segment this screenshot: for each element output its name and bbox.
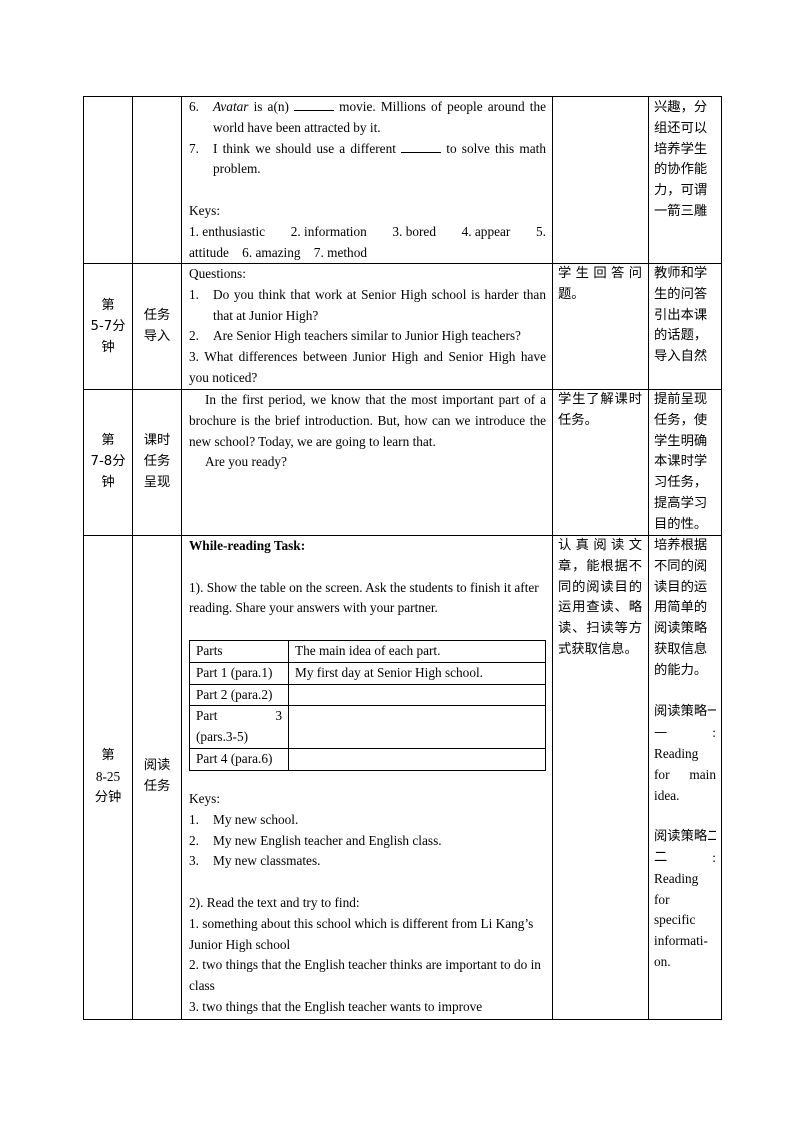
main-idea-table: Parts The main idea of each part. Part 1… [189,640,546,771]
table-header-row: Parts The main idea of each part. [189,640,546,663]
lesson-plan-page: 6. Avatar is a(n) movie. Millions of peo… [0,0,794,1123]
key-item: 1. My new school. [189,811,299,827]
row4-stage: 阅读 任务 [143,758,171,794]
keys-line-2: attitude 6. amazing 7. method [189,244,367,260]
table-row: Part 3 (pars.3-5) [189,705,546,749]
col-divider-1 [132,96,133,1020]
task-2-instructions: 2). Read the text and try to find: [189,894,360,910]
row4-purpose: 培养根据不同的阅读目的运用简单的阅读策略获取信息的能力。 阅读策略一 —: Re… [654,538,716,969]
row4-activity-bottom: Keys: 1. My new school. 2. My new English … [189,789,546,1018]
table-border-right [721,96,722,1020]
row3-stage: 课时 任务 呈现 [143,433,171,490]
row2-stage: 任务 导入 [143,308,171,344]
table-row: Part 1 (para.1) My first day at Senior H… [189,661,546,685]
intro-paragraph: In the first period, we know that the mo… [189,392,546,449]
row3-student: 学生了解课时任务。 [558,392,642,428]
keys-line-1: 1. enthusiastic 2. information 3. bored … [189,223,546,239]
row4-activity-top: While-reading Task: 1). Show the table o… [189,536,546,619]
col-divider-2 [181,96,182,1020]
task-1-instructions: 1). Show the table on the screen. Ask th… [189,579,539,616]
row2-purpose: 教师和学生的问答引出本课的话题，导入自然 [654,266,708,365]
question-1: 1. Do you think that work at Senior High… [189,286,546,323]
row4-time: 第 8-25 分钟 [94,748,122,805]
question-2: 2. Are Senior High teachers similar to J… [189,328,521,344]
row2-student: 学生回答问题。 [558,266,642,302]
ready-question: Are you ready? [205,454,287,470]
key-item: 2. My new English teacher and English cla… [189,832,442,848]
find-item: 1. something about this school which is … [189,915,534,952]
keys-label: Keys: [189,791,221,806]
key-item: 3. My new classmates. [189,853,321,869]
exercise-item-6: 6. Avatar is a(n) movie. Millions of peo… [189,98,547,135]
col-divider-3 [552,96,553,1020]
find-item: 3. two things that the English teacher w… [189,998,483,1014]
find-item: 2. two things that the English teacher t… [189,957,541,994]
answer-blank [401,140,442,153]
row2-activity: Questions: 1. Do you think that work at … [189,264,546,389]
task-title: While-reading Task: [189,538,306,553]
table-row: Part 2 (para.2) [189,683,546,707]
table-border-bottom [83,1019,722,1020]
row1-purpose: 兴趣，分组还可以培养学生的协作能力，可谓一箭三雕 [654,100,708,219]
row2-time: 第 5-7分 钟 [90,298,126,355]
row3-time: 第 7-8分 钟 [90,433,126,490]
question-3: 3. What differences between Junior High … [189,349,546,385]
exercise-item-7: 7. I think we should use a different to … [189,140,546,177]
keys-label: Keys: [189,202,221,218]
col-divider-4 [648,96,649,1020]
answer-blank [294,98,335,111]
row4-student: 认真阅读文章，能根据不同的阅读目的运用查读、略读、扫读等方式获取信息。 [558,538,642,657]
row3-purpose: 提前呈现任务，使学生明确本课时学习任务，提高学习目的性。 [654,392,708,532]
row3-activity: In the first period, we know that the mo… [189,390,546,473]
table-border-left [83,96,84,1020]
table-row: Part 4 (para.6) [189,747,546,771]
row1-activity: 6. Avatar is a(n) movie. Millions of peo… [189,97,546,263]
